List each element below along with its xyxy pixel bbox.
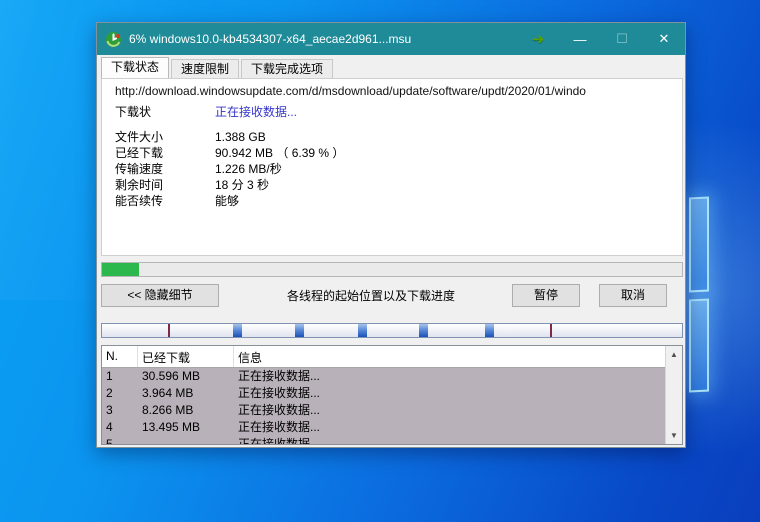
scroll-up-icon[interactable]: ▲ <box>666 346 682 363</box>
table-cell: 8.266 MB <box>138 402 234 419</box>
table-header: N.已经下载信息 <box>102 346 665 368</box>
maximize-button[interactable]: ☐ <box>601 23 643 55</box>
field-value: 正在接收数据... <box>215 104 297 120</box>
close-button[interactable]: ✕ <box>643 23 685 55</box>
thread-start-marker <box>550 324 552 337</box>
table-cell: 1 <box>102 368 138 385</box>
table-cell: 30.596 MB <box>138 368 234 385</box>
thread-progress-bar <box>101 323 683 338</box>
table-cell: 13.495 MB <box>138 419 234 436</box>
thread-active-marker <box>485 324 494 337</box>
tab-2[interactable]: 下载完成选项 <box>241 59 333 78</box>
status-panel: http://download.windowsupdate.com/d/msdo… <box>101 78 683 256</box>
thread-active-marker <box>233 324 242 337</box>
buttons-row: << 隐藏细节 各线程的起始位置以及下载进度 暂停 取消 <box>97 284 685 308</box>
status-field-row: 传输速度1.226 MB/秒 <box>115 161 676 177</box>
table-row[interactable]: 23.964 MB正在接收数据... <box>102 385 665 402</box>
table-cell: 4 <box>102 419 138 436</box>
tab-1[interactable]: 速度限制 <box>171 59 239 78</box>
table-cell: 正在接收数据... <box>234 402 665 419</box>
field-label: 下载状 <box>115 104 215 120</box>
desktop-wallpaper: 6% windows10.0-kb4534307-x64_aecae2d961.… <box>0 0 760 522</box>
table-cell <box>138 436 234 444</box>
table-cell: 3.964 MB <box>138 385 234 402</box>
table-cell: 5 <box>102 436 138 444</box>
table-body: 130.596 MB正在接收数据...23.964 MB正在接收数据...38.… <box>102 368 665 444</box>
column-header[interactable]: 已经下载 <box>138 346 234 367</box>
idm-download-window: 6% windows10.0-kb4534307-x64_aecae2d961.… <box>96 22 686 448</box>
field-value: 1.226 MB/秒 <box>215 161 282 177</box>
table-cell: 正在接收数据... <box>234 368 665 385</box>
column-header[interactable]: N. <box>102 346 138 367</box>
status-fields: 下载状正在接收数据...文件大小1.388 GB已经下载90.942 MB （ … <box>115 104 676 209</box>
status-field-row: 剩余时间18 分 3 秒 <box>115 177 676 193</box>
thread-active-marker <box>295 324 304 337</box>
column-header[interactable]: 信息 <box>234 346 665 367</box>
tab-bar: 下载状态速度限制下载完成选项 <box>101 57 681 78</box>
titlebar[interactable]: 6% windows10.0-kb4534307-x64_aecae2d961.… <box>97 23 685 55</box>
table-row[interactable]: 38.266 MB正在接收数据... <box>102 402 665 419</box>
table-scrollbar[interactable]: ▲ ▼ <box>665 346 682 444</box>
minimize-button[interactable]: — <box>559 23 601 55</box>
threads-table: N.已经下载信息 130.596 MB正在接收数据...23.964 MB正在接… <box>101 345 683 445</box>
table-cell: 正在接收数据... <box>234 419 665 436</box>
windows-logo-pane-bottom <box>689 298 709 392</box>
field-value: 18 分 3 秒 <box>215 177 269 193</box>
table-row[interactable]: 413.495 MB正在接收数据... <box>102 419 665 436</box>
progress-fill <box>102 263 139 276</box>
field-value: 1.388 GB <box>215 129 266 145</box>
table-row[interactable]: 5 正在接收数据... <box>102 436 665 444</box>
status-field-row: 文件大小1.388 GB <box>115 129 676 145</box>
cancel-button[interactable]: 取消 <box>599 284 667 307</box>
scroll-down-icon[interactable]: ▼ <box>666 427 682 444</box>
status-field-row: 能否续传能够 <box>115 193 676 209</box>
main-progress-bar <box>101 262 683 277</box>
status-field-row: 下载状正在接收数据... <box>115 104 676 120</box>
thread-active-marker <box>419 324 428 337</box>
idm-tray-arrow-icon[interactable]: ➜ <box>517 23 559 55</box>
field-value: 能够 <box>215 193 239 209</box>
field-label: 文件大小 <box>115 129 215 145</box>
thread-start-marker <box>168 324 170 337</box>
field-label: 剩余时间 <box>115 177 215 193</box>
field-label: 能否续传 <box>115 193 215 209</box>
pause-button[interactable]: 暂停 <box>512 284 580 307</box>
threads-caption: 各线程的起始位置以及下载进度 <box>257 287 485 304</box>
hide-details-button[interactable]: << 隐藏细节 <box>101 284 219 307</box>
field-label: 传输速度 <box>115 161 215 177</box>
tab-0[interactable]: 下载状态 <box>101 57 169 78</box>
table-cell: 正在接收数据... <box>234 436 665 444</box>
table-cell: 正在接收数据... <box>234 385 665 402</box>
field-value: 90.942 MB （ 6.39 % ） <box>215 145 344 161</box>
idm-app-icon <box>105 31 122 48</box>
table-cell: 2 <box>102 385 138 402</box>
status-field-row: 已经下载90.942 MB （ 6.39 % ） <box>115 145 676 161</box>
download-url: http://download.windowsupdate.com/d/msdo… <box>115 84 676 98</box>
thread-active-marker <box>358 324 367 337</box>
windows-logo-pane-top <box>689 196 709 292</box>
table-row[interactable]: 130.596 MB正在接收数据... <box>102 368 665 385</box>
window-title: 6% windows10.0-kb4534307-x64_aecae2d961.… <box>129 32 517 46</box>
table-cell: 3 <box>102 402 138 419</box>
field-label: 已经下载 <box>115 145 215 161</box>
